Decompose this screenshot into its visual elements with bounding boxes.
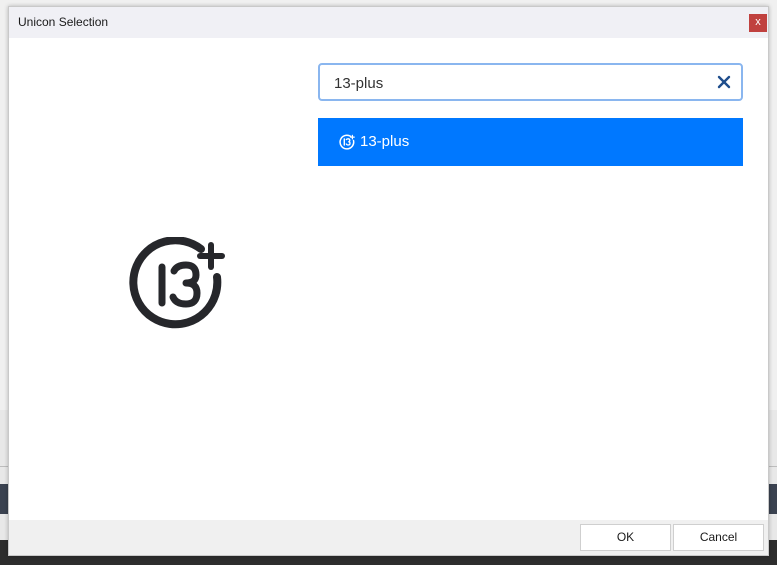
unicon-selection-dialog: Unicon Selection x 13-plus OK Cancel (8, 6, 769, 556)
13-plus-icon (339, 134, 355, 150)
dialog-title: Unicon Selection (18, 15, 109, 29)
13-plus-icon (129, 236, 225, 329)
close-icon[interactable] (717, 75, 731, 89)
close-button[interactable]: x (749, 14, 767, 32)
result-item-13-plus[interactable]: 13-plus (318, 118, 743, 166)
search-input[interactable] (332, 71, 706, 95)
ok-button[interactable]: OK (580, 524, 671, 551)
search-field[interactable] (318, 63, 743, 101)
result-item-label: 13-plus (360, 133, 410, 150)
icon-preview (129, 236, 227, 335)
background-panel-right (768, 484, 777, 514)
title-bar: Unicon Selection x (9, 7, 768, 38)
dialog-footer: OK Cancel (9, 520, 768, 555)
cancel-button[interactable]: Cancel (673, 524, 764, 551)
